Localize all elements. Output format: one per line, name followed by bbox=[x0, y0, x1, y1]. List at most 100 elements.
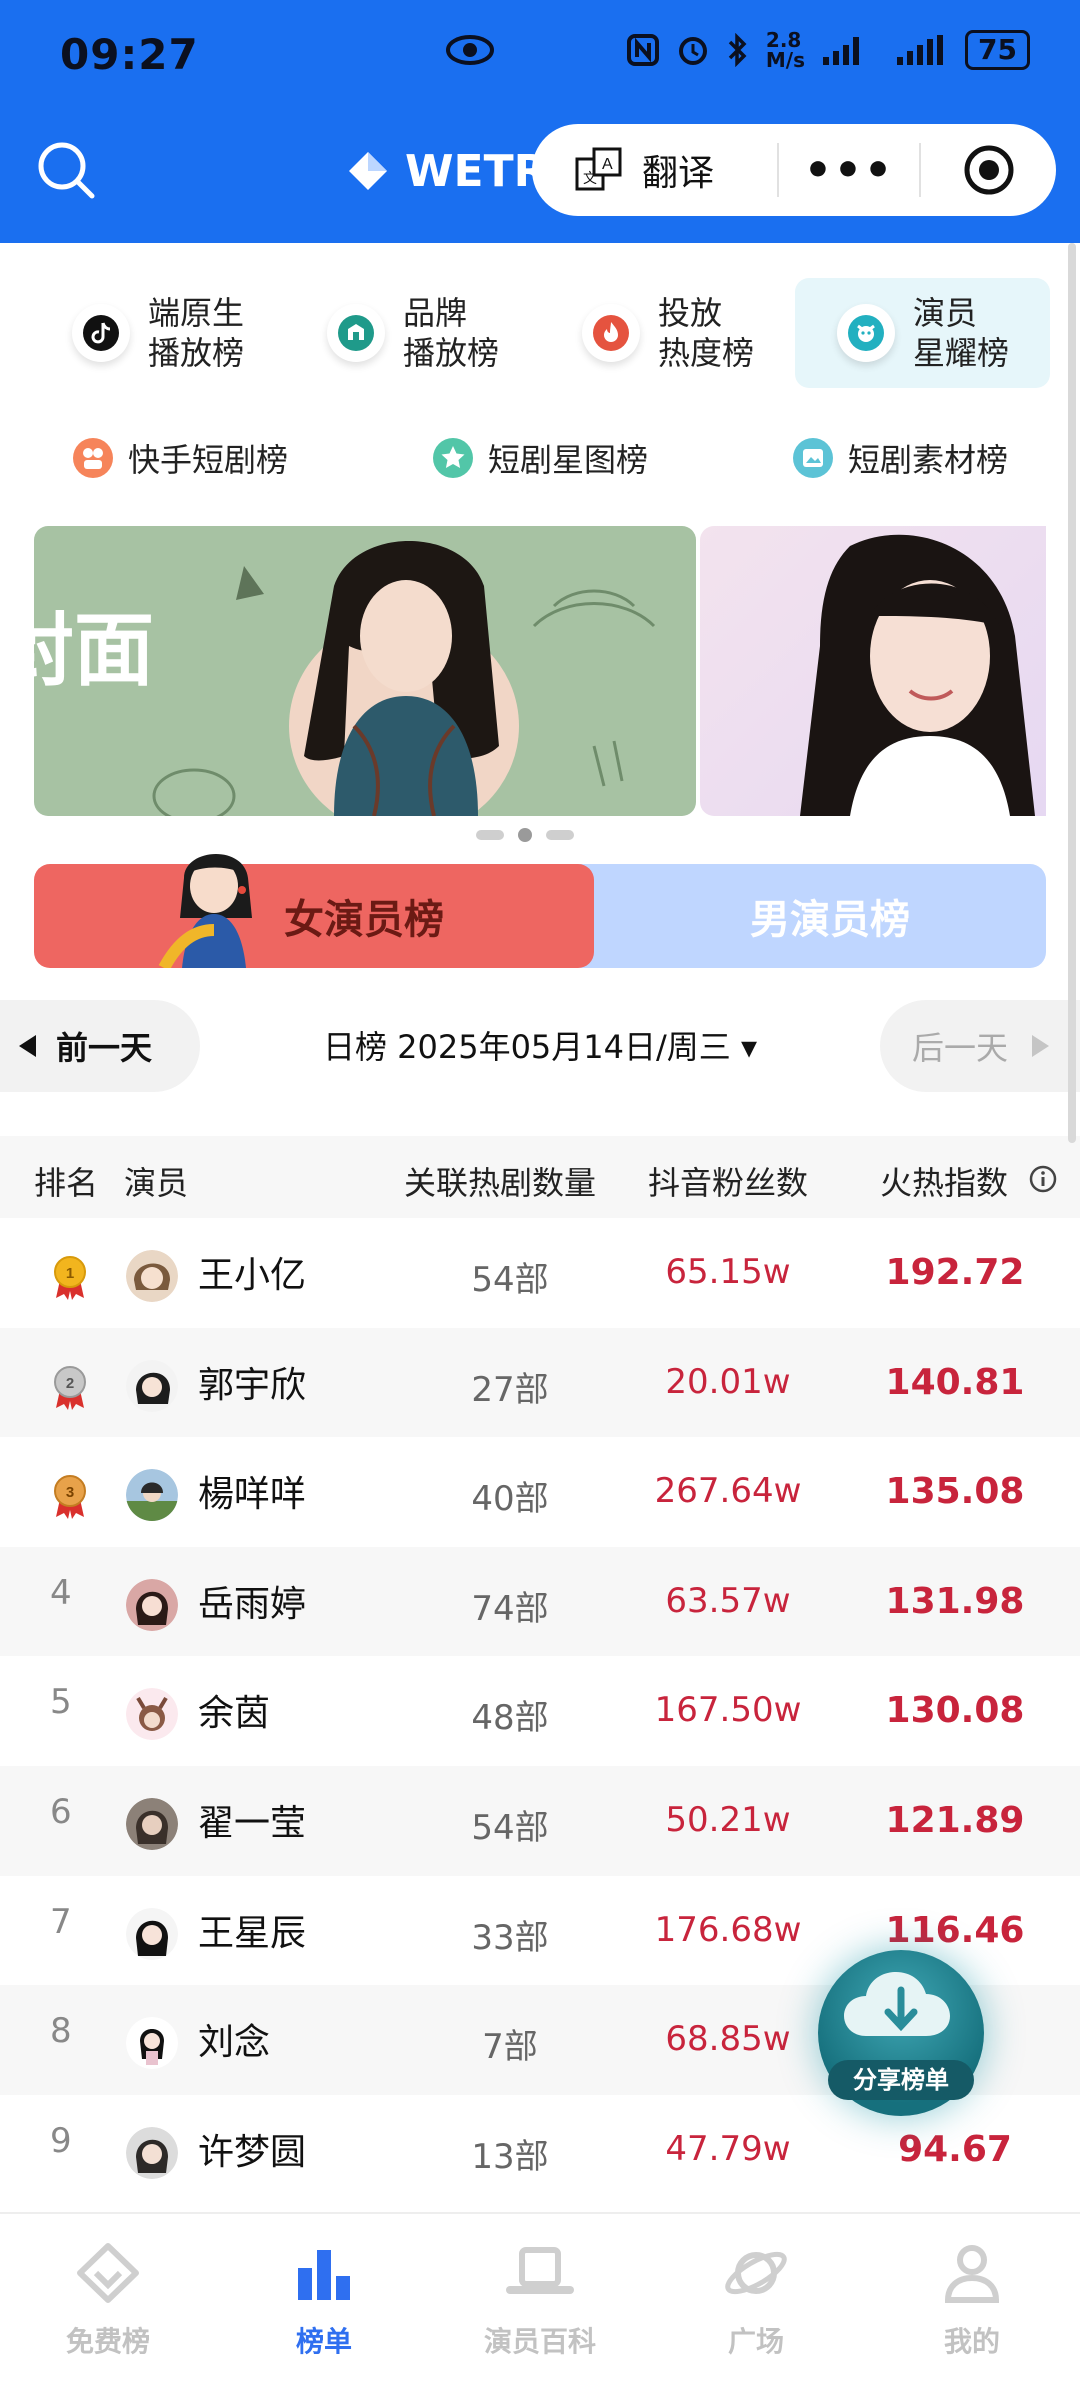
svg-text:文: 文 bbox=[583, 170, 597, 186]
rank-number: 8 bbox=[50, 2011, 72, 2052]
table-row[interactable]: 3 楊咩咩 40部 267.64w 135.08 bbox=[0, 1437, 1080, 1547]
actor-icon bbox=[837, 304, 895, 362]
fan-count: 47.79w bbox=[665, 2128, 791, 2169]
tab-plaza[interactable]: 广场 bbox=[648, 2214, 864, 2387]
category-label-line1: 投放 bbox=[658, 294, 723, 332]
actor-name: 王星辰 bbox=[198, 1912, 307, 1954]
fan-count: 167.50w bbox=[654, 1690, 802, 1731]
category-ad-heat[interactable]: 投放 热度榜 bbox=[540, 278, 795, 388]
table-header: 排名 演员 关联热剧数量 抖音粉丝数 火热指数 bbox=[0, 1136, 1080, 1218]
scrollbar[interactable] bbox=[1068, 243, 1076, 1143]
category-label: 演员 星耀榜 bbox=[913, 293, 1009, 373]
banner-slide[interactable] bbox=[700, 526, 1046, 816]
drama-count: 7部 bbox=[482, 2027, 538, 2068]
brand-name: WETR bbox=[405, 145, 548, 197]
fan-count: 176.68w bbox=[654, 1909, 802, 1950]
status-bar: 09:27 2.8 M/s 75 bbox=[60, 24, 1030, 84]
heat-index: 131.98 bbox=[885, 1580, 1025, 1622]
category-label: 投放 热度榜 bbox=[658, 293, 754, 373]
net-speed-value: 2.8 bbox=[765, 28, 802, 52]
category-brand[interactable]: 品牌 播放榜 bbox=[285, 278, 540, 388]
bluetooth-icon bbox=[728, 33, 747, 67]
banner-slide[interactable]: 封面 bbox=[34, 526, 696, 816]
tab-label: 演员百科 bbox=[483, 2325, 596, 2358]
sub-category-material[interactable]: 短剧素材榜 bbox=[720, 428, 1080, 488]
eye-icon bbox=[446, 35, 494, 65]
download-cloud-icon bbox=[844, 1972, 950, 2036]
sub-category-label: 快手短剧榜 bbox=[127, 441, 288, 479]
header-rank: 排名 bbox=[34, 1164, 99, 1202]
avatar bbox=[126, 1797, 178, 1850]
banner-carousel[interactable]: 封面 bbox=[34, 526, 1046, 816]
category-label-line1: 演员 bbox=[913, 294, 978, 332]
tab-female-actors[interactable]: 女演员榜 bbox=[34, 864, 594, 968]
actor-name: 楊咩咩 bbox=[198, 1474, 307, 1516]
table-row[interactable]: 6 翟一莹 54部 50.21w 121.89 bbox=[0, 1765, 1080, 1876]
avatar bbox=[126, 1907, 178, 1960]
sub-category-kuaishou[interactable]: 快手短剧榜 bbox=[0, 428, 360, 488]
category-douyin-native[interactable]: 端原生 播放榜 bbox=[30, 278, 285, 388]
fan-count: 267.64w bbox=[654, 1471, 802, 1512]
alarm-icon bbox=[678, 37, 707, 65]
next-day-button[interactable]: 后一天 bbox=[880, 1000, 1080, 1092]
banner-indicator bbox=[476, 828, 574, 842]
brand-logo: WETR bbox=[345, 140, 547, 202]
tab-label: 免费榜 bbox=[65, 2325, 150, 2358]
actor-name: 余茵 bbox=[198, 1693, 271, 1735]
avatar bbox=[126, 1578, 178, 1631]
status-icons: 2.8 M/s 75 bbox=[626, 30, 1030, 70]
header-fans: 抖音粉丝数 bbox=[648, 1164, 809, 1202]
tab-rankings[interactable]: 榜单 bbox=[216, 2214, 432, 2387]
tab-free-ranking[interactable]: 免费榜 bbox=[0, 2214, 216, 2387]
tab-profile[interactable]: 我的 bbox=[864, 2214, 1080, 2387]
info-icon[interactable] bbox=[1028, 1164, 1058, 1194]
app-header: 09:27 2.8 M/s 75 WETR A文 翻译 ••• bbox=[0, 0, 1080, 243]
table-row[interactable]: 4 岳雨婷 74部 63.57w 131.98 bbox=[0, 1546, 1080, 1657]
tab-actor-wiki[interactable]: 演员百科 bbox=[432, 2214, 648, 2387]
svg-text:2: 2 bbox=[66, 1375, 74, 1392]
triangle-right-icon bbox=[1032, 1035, 1050, 1057]
tab-male-actors[interactable]: 男演员榜 bbox=[574, 864, 1046, 968]
heat-index: 140.81 bbox=[885, 1361, 1025, 1403]
diamond-icon bbox=[77, 2243, 139, 2303]
fan-count: 20.01w bbox=[665, 1361, 791, 1402]
actor-name: 郭宇欣 bbox=[198, 1364, 307, 1406]
net-speed: 2.8 M/s bbox=[766, 30, 805, 70]
rank-number: 9 bbox=[50, 2120, 72, 2161]
drama-count: 27部 bbox=[471, 1369, 549, 1410]
header-heat: 火热指数 bbox=[880, 1164, 1009, 1202]
planet-icon bbox=[725, 2251, 787, 2295]
category-label-line2: 热度榜 bbox=[658, 334, 755, 372]
bronze-medal-icon: 3 bbox=[54, 1475, 86, 1520]
more-button[interactable]: ••• bbox=[779, 145, 919, 196]
kuaishou-icon bbox=[72, 438, 113, 478]
search-icon[interactable] bbox=[36, 140, 98, 202]
avatar bbox=[126, 1469, 178, 1522]
signal-icon bbox=[823, 37, 860, 65]
drama-count: 13部 bbox=[471, 2136, 549, 2177]
gender-tabs: 男演员榜 女演员榜 bbox=[34, 853, 1046, 968]
avatar bbox=[126, 2126, 178, 2179]
category-label-line1: 品牌 bbox=[403, 294, 468, 332]
category-actor-star[interactable]: 演员 星耀榜 bbox=[795, 278, 1050, 388]
rank-number: 4 bbox=[50, 1572, 72, 1613]
star-map-icon bbox=[432, 438, 473, 478]
table-row[interactable]: 1 王小亿 54部 65.15w 192.72 bbox=[0, 1218, 1080, 1328]
svg-text:A: A bbox=[602, 156, 613, 173]
table-row[interactable]: 2 郭宇欣 27部 20.01w 140.81 bbox=[0, 1327, 1080, 1438]
material-icon bbox=[792, 438, 833, 478]
close-miniprogram-button[interactable] bbox=[921, 143, 1056, 197]
category-label-line2: 播放榜 bbox=[403, 334, 500, 372]
share-ranking-label: 分享榜单 bbox=[828, 2060, 974, 2100]
share-ranking-button[interactable]: 分享榜单 bbox=[818, 1950, 984, 2116]
category-row: 端原生 播放榜 品牌 播放榜 投放 热度榜 演员 星耀榜 bbox=[30, 278, 1050, 388]
profile-icon bbox=[944, 2245, 1000, 2303]
translate-button[interactable]: A文 翻译 bbox=[532, 144, 777, 196]
svg-text:1: 1 bbox=[66, 1265, 74, 1282]
table-row[interactable]: 5 余茵 48部 167.50w 130.08 bbox=[0, 1656, 1080, 1766]
heat-index: 94.67 bbox=[898, 2128, 1012, 2170]
sub-category-star-map[interactable]: 短剧星图榜 bbox=[360, 428, 720, 488]
translate-icon: A文 bbox=[575, 147, 622, 191]
gold-medal-icon: 1 bbox=[54, 1256, 86, 1300]
actor-name: 王小亿 bbox=[198, 1255, 307, 1296]
